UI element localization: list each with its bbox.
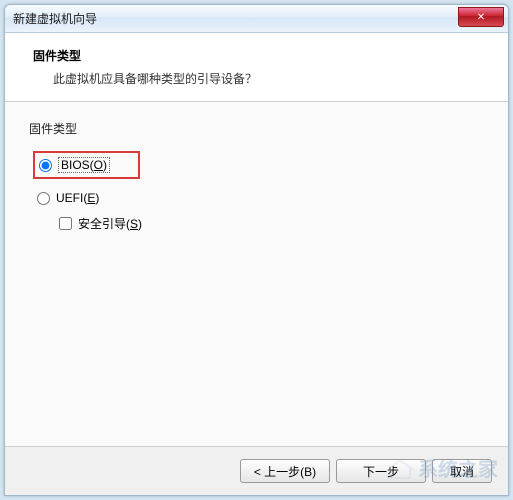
bios-highlight: BIOS(O) [33, 151, 140, 179]
radio-bios-label[interactable]: BIOS(O) [58, 157, 110, 173]
header-title: 固件类型 [33, 47, 488, 64]
checkbox-secure-boot[interactable] [59, 217, 72, 230]
cancel-button[interactable]: 取消 [432, 459, 492, 483]
secure-boot-label[interactable]: 安全引导(S) [78, 215, 142, 232]
header-subtitle: 此虚拟机应具备哪种类型的引导设备？ [33, 70, 488, 87]
content-area: 固件类型 BIOS(O) UEFI(E) 安全引导(S) [5, 102, 508, 446]
radio-bios[interactable] [39, 159, 52, 172]
wizard-window: 新建虚拟机向导 ✕ 固件类型 此虚拟机应具备哪种类型的引导设备？ 固件类型 BI… [4, 4, 509, 496]
wizard-header: 固件类型 此虚拟机应具备哪种类型的引导设备？ [5, 33, 508, 102]
next-button[interactable]: 下一步 [336, 459, 426, 483]
close-icon: ✕ [477, 12, 485, 23]
back-button[interactable]: < 上一步(B) [240, 459, 330, 483]
radio-uefi-label[interactable]: UEFI(E) [56, 191, 99, 205]
radio-uefi[interactable] [37, 192, 50, 205]
titlebar: 新建虚拟机向导 ✕ [5, 5, 508, 33]
secure-boot-row[interactable]: 安全引导(S) [59, 215, 484, 232]
radio-uefi-row[interactable]: UEFI(E) [37, 191, 484, 205]
radio-bios-row[interactable]: BIOS(O) [39, 157, 110, 173]
close-button[interactable]: ✕ [458, 7, 504, 27]
button-bar: < 上一步(B) 下一步 取消 系统之家 [5, 446, 508, 495]
group-label: 固件类型 [29, 120, 484, 137]
window-title: 新建虚拟机向导 [13, 10, 97, 27]
